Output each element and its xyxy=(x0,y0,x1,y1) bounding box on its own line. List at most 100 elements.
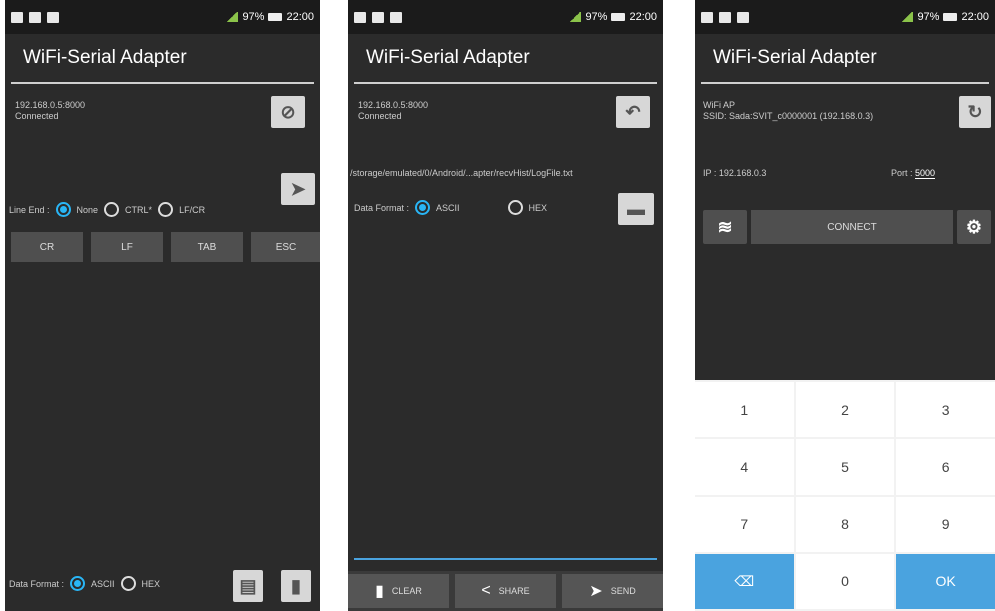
key-2[interactable]: 2 xyxy=(795,382,895,438)
notification-icon xyxy=(737,11,749,23)
gear-icon: ⚙ xyxy=(965,216,983,237)
bottom-action-bar: ▮ CLEAR < SHARE ➤ SEND xyxy=(348,571,663,611)
format-hex-label: HEX xyxy=(141,578,161,589)
connection-state: Connected xyxy=(358,111,402,121)
notification-icon xyxy=(11,11,23,23)
clear-label: CLEAR xyxy=(391,586,422,596)
back-button[interactable]: ↶ xyxy=(616,96,650,128)
battery-percent: 97% xyxy=(585,11,608,23)
send-button[interactable]: ➤ xyxy=(281,173,315,205)
send-button[interactable]: ➤ SEND xyxy=(562,574,663,608)
send-label: SEND xyxy=(610,586,636,596)
wifi-ap-label: WiFi AP xyxy=(703,100,736,110)
format-ascii-label: ASCII xyxy=(436,202,460,213)
reply-icon: ↶ xyxy=(625,101,641,122)
delete-button[interactable]: ▮ xyxy=(281,570,311,602)
data-format-group: Data Format : ASCII HEX xyxy=(354,200,547,215)
disconnect-icon: ⊘ xyxy=(280,101,296,122)
status-bar: 97% 22:00 xyxy=(348,0,663,34)
battery-percent: 97% xyxy=(917,11,940,23)
key-6[interactable]: 6 xyxy=(896,439,995,495)
line-end-lfcr-radio[interactable] xyxy=(158,202,174,217)
wifi-button[interactable]: ≋ xyxy=(703,210,747,244)
line-end-group: Line End : None CTRL* LF/CR xyxy=(9,202,205,217)
trash-icon: ▮ xyxy=(291,575,301,596)
ip-row: IP : 192.168.0.3 xyxy=(703,168,766,179)
format-ascii-label: ASCII xyxy=(91,578,115,589)
document-icon: ▤ xyxy=(239,575,257,596)
key-1[interactable]: 1 xyxy=(695,382,794,438)
line-end-ctrl-radio[interactable] xyxy=(104,202,120,217)
key-0[interactable]: 0 xyxy=(795,553,895,609)
ok-key[interactable]: OK xyxy=(896,553,995,609)
clock: 22:00 xyxy=(961,11,989,23)
data-format-label: Data Format : xyxy=(354,202,410,213)
settings-button[interactable]: ⚙ xyxy=(957,210,991,244)
key-8[interactable]: 8 xyxy=(795,496,895,552)
refresh-button[interactable]: ↻ xyxy=(959,96,991,128)
key-4[interactable]: 4 xyxy=(695,439,794,495)
port-row: Port : 5000 xyxy=(891,168,936,179)
port-input[interactable]: 5000 xyxy=(915,168,936,179)
folder-icon: ▬ xyxy=(627,198,645,219)
data-format-group: Data Format : ASCII HEX xyxy=(9,576,160,591)
line-end-ctrl-label: CTRL* xyxy=(125,204,153,215)
battery-icon xyxy=(611,13,626,21)
format-hex-radio[interactable] xyxy=(507,200,523,215)
connect-button[interactable]: CONNECT xyxy=(751,210,953,244)
format-hex-label: HEX xyxy=(528,202,548,213)
share-button[interactable]: < SHARE xyxy=(455,574,556,608)
notification-icon xyxy=(701,11,713,23)
line-end-label: Line End : xyxy=(9,204,50,215)
app-title: WiFi-Serial Adapter xyxy=(11,34,314,84)
line-end-none-radio[interactable] xyxy=(55,202,71,217)
special-keys: CR LF TAB ESC xyxy=(11,232,320,262)
ip-value[interactable]: 192.168.0.3 xyxy=(719,168,767,178)
disconnect-button[interactable]: ⊘ xyxy=(271,96,305,128)
folder-button[interactable]: ▬ xyxy=(618,193,654,225)
connection-state: Connected xyxy=(15,111,59,121)
signal-icon xyxy=(569,12,582,22)
tab-key[interactable]: TAB xyxy=(171,232,243,262)
data-format-label: Data Format : xyxy=(9,578,65,589)
battery-icon xyxy=(268,13,283,21)
key-5[interactable]: 5 xyxy=(795,439,895,495)
clock: 22:00 xyxy=(629,11,657,23)
key-9[interactable]: 9 xyxy=(896,496,995,552)
divider xyxy=(354,558,657,560)
phone-screen-connect: 97% 22:00 WiFi-Serial Adapter WiFi AP SS… xyxy=(695,0,995,611)
backspace-key[interactable]: ⌫ xyxy=(695,553,794,609)
phone-screen-terminal: 97% 22:00 WiFi-Serial Adapter 192.168.0.… xyxy=(5,0,320,611)
port-label: Port : xyxy=(891,168,913,178)
app-title: WiFi-Serial Adapter xyxy=(701,34,989,84)
clock: 22:00 xyxy=(286,11,314,23)
ip-label: IP : xyxy=(703,168,717,178)
cr-key[interactable]: CR xyxy=(11,232,83,262)
send-icon: ➤ xyxy=(589,583,603,600)
key-7[interactable]: 7 xyxy=(695,496,794,552)
format-hex-radio[interactable] xyxy=(120,576,136,591)
log-file-path: /storage/emulated/0/Android/...apter/rec… xyxy=(350,168,573,178)
line-end-lfcr-label: LF/CR xyxy=(179,204,206,215)
format-ascii-radio[interactable] xyxy=(415,200,431,215)
send-icon: ➤ xyxy=(290,178,306,199)
numeric-keypad: 1 2 3 4 5 6 7 8 9 ⌫ 0 OK xyxy=(695,380,995,611)
notification-icon xyxy=(354,11,366,23)
status-bar: 97% 22:00 xyxy=(5,0,320,34)
esc-key[interactable]: ESC xyxy=(251,232,320,262)
format-ascii-radio[interactable] xyxy=(70,576,86,591)
battery-icon xyxy=(943,13,958,21)
line-end-none-label: None xyxy=(76,204,99,215)
connection-info: 192.168.0.5:8000 Connected xyxy=(358,100,428,122)
clear-button[interactable]: ▮ CLEAR xyxy=(348,574,449,608)
wifi-ap-info: WiFi AP SSID: Sada:SVIT_c0000001 (192.16… xyxy=(703,100,873,122)
refresh-icon: ↻ xyxy=(967,101,983,122)
signal-icon xyxy=(901,12,914,22)
share-label: SHARE xyxy=(498,586,530,596)
phone-screen-log: 97% 22:00 WiFi-Serial Adapter 192.168.0.… xyxy=(348,0,663,611)
notification-icon xyxy=(372,11,384,23)
notification-icon xyxy=(719,11,731,23)
lf-key[interactable]: LF xyxy=(91,232,163,262)
document-button[interactable]: ▤ xyxy=(233,570,263,602)
key-3[interactable]: 3 xyxy=(896,382,995,438)
